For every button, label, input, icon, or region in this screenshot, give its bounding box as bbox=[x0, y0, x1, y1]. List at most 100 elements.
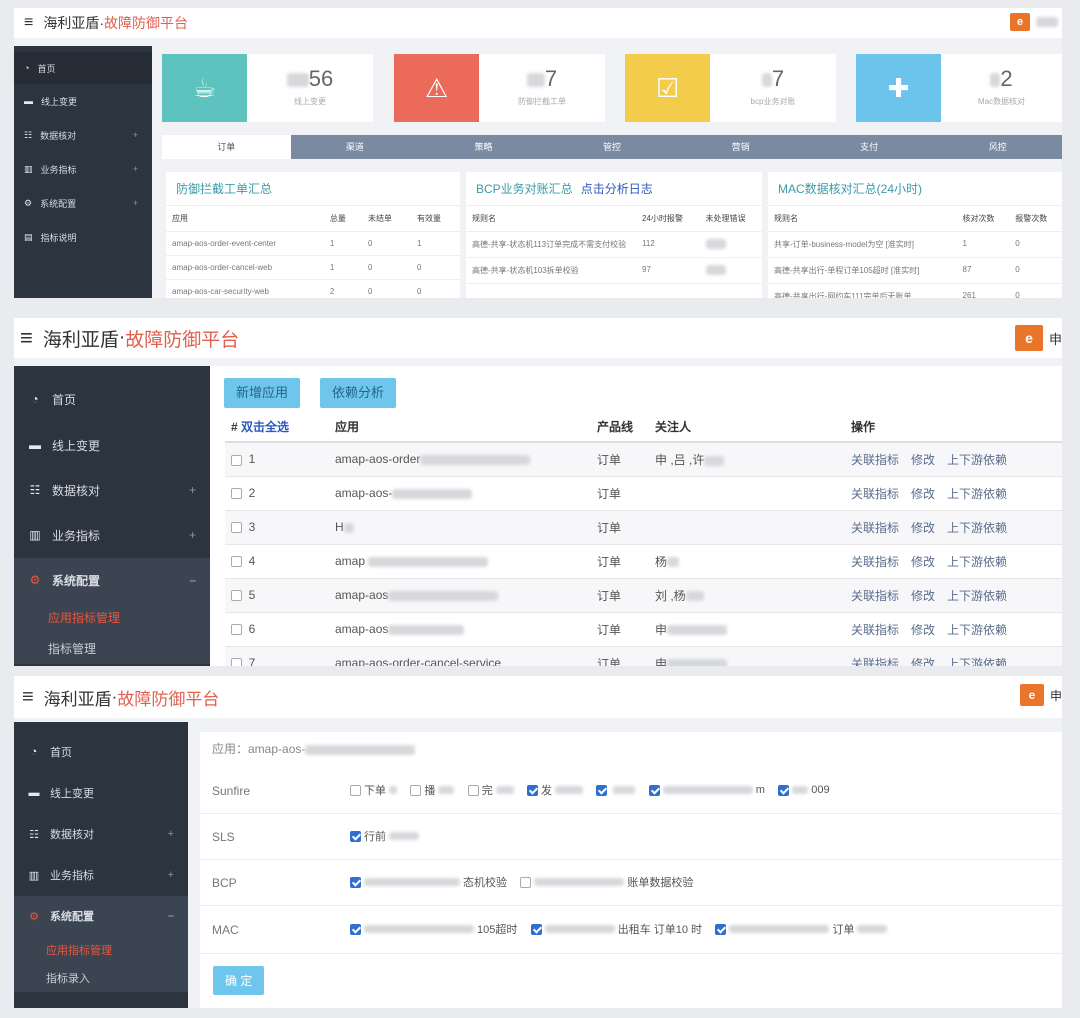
table-row[interactable]: 3 H 订单 关联指标 修改 上下游依赖 bbox=[225, 510, 1062, 545]
sidebar-item-system-config[interactable]: ⚙ 系统配置 + bbox=[14, 186, 152, 220]
sunfire-option[interactable]: 发 bbox=[527, 782, 584, 798]
tab-strategy[interactable]: 策略 bbox=[419, 135, 548, 159]
link-metrics-action[interactable]: 关联指标 bbox=[851, 623, 899, 637]
table-row[interactable]: 6 amap-aos 订单申 关联指标 修改 上下游依赖 bbox=[225, 612, 1062, 647]
confirm-button[interactable]: 确 定 bbox=[213, 966, 265, 995]
sunfire-option[interactable]: 009 bbox=[778, 784, 830, 796]
edit-action[interactable]: 修改 bbox=[911, 623, 935, 637]
expand-icon[interactable]: + bbox=[189, 483, 196, 497]
row-checkbox[interactable] bbox=[231, 488, 242, 500]
dependency-action[interactable]: 上下游依赖 bbox=[947, 521, 1007, 535]
link-metrics-action[interactable]: 关联指标 bbox=[851, 521, 899, 535]
dependency-action[interactable]: 上下游依赖 bbox=[947, 453, 1007, 467]
stat-tile-bcp[interactable]: ☑ 7 bcp业务对账 bbox=[625, 54, 836, 122]
link-metrics-action[interactable]: 关联指标 bbox=[851, 589, 899, 603]
sidebar-item-system-config[interactable]: ⚙ 系统配置 – bbox=[14, 558, 210, 602]
sls-option[interactable]: 行前 bbox=[350, 828, 419, 844]
option-checkbox[interactable] bbox=[527, 784, 539, 796]
expand-icon[interactable]: + bbox=[189, 528, 196, 542]
stat-tile-intercepts[interactable]: ⚠ 7 防御拦截工单 bbox=[394, 54, 605, 122]
dependency-analysis-button[interactable]: 依赖分析 bbox=[320, 378, 397, 408]
option-checkbox[interactable] bbox=[350, 923, 361, 935]
sidebar-item-home[interactable]: ◔ 首页 bbox=[14, 52, 152, 84]
expand-icon[interactable]: + bbox=[168, 828, 174, 840]
option-checkbox[interactable] bbox=[350, 830, 361, 842]
sidebar-item-changes[interactable]: ▬ 线上变更 bbox=[14, 422, 210, 468]
edit-action[interactable]: 修改 bbox=[911, 453, 935, 467]
row-checkbox[interactable] bbox=[231, 556, 242, 568]
dependency-action[interactable]: 上下游依赖 bbox=[947, 657, 1007, 667]
expand-icon[interactable]: + bbox=[133, 130, 138, 140]
dependency-action[interactable]: 上下游依赖 bbox=[947, 487, 1007, 501]
option-checkbox[interactable] bbox=[530, 923, 542, 935]
option-checkbox[interactable] bbox=[596, 784, 608, 796]
option-checkbox[interactable] bbox=[350, 784, 361, 796]
sunfire-option[interactable]: m bbox=[648, 784, 765, 796]
menu-icon[interactable]: ≡ bbox=[24, 14, 33, 32]
add-app-button[interactable]: 新增应用 bbox=[224, 378, 301, 408]
table-row[interactable]: 高德-共享-状态机113订单完成不需支付校验 112 bbox=[466, 231, 762, 258]
expand-icon[interactable]: + bbox=[133, 164, 138, 174]
sidebar-item-changes[interactable]: ▬ 线上变更 bbox=[14, 84, 152, 118]
menu-icon[interactable]: ≡ bbox=[22, 686, 34, 709]
sidebar-item-system-config[interactable]: ⚙ 系统配置 – bbox=[14, 896, 188, 936]
table-row[interactable]: 共享-订单-business-model为空 [准实时] 1 0 bbox=[768, 231, 1062, 258]
edit-action[interactable]: 修改 bbox=[911, 521, 935, 535]
row-checkbox[interactable] bbox=[231, 658, 242, 666]
dependency-action[interactable]: 上下游依赖 bbox=[947, 589, 1007, 603]
edit-action[interactable]: 修改 bbox=[911, 555, 935, 569]
sidebar-item-home[interactable]: ◔ 首页 bbox=[14, 732, 188, 772]
sunfire-option[interactable]: 下单 bbox=[350, 782, 397, 798]
sidebar-subitem-metric-entry[interactable]: 指标录入 bbox=[14, 964, 188, 992]
dependency-action[interactable]: 上下游依赖 bbox=[947, 623, 1007, 637]
bcp-option[interactable]: 态机校验 bbox=[350, 874, 507, 890]
option-checkbox[interactable] bbox=[648, 784, 660, 796]
collapse-icon[interactable]: – bbox=[168, 910, 174, 922]
tab-marketing[interactable]: 营销 bbox=[676, 135, 805, 159]
sidebar-item-data-check[interactable]: ☷ 数据核对 + bbox=[14, 814, 188, 854]
analyze-log-link[interactable]: 点击分析日志 bbox=[581, 182, 653, 196]
edit-action[interactable]: 修改 bbox=[911, 589, 935, 603]
row-checkbox[interactable] bbox=[231, 624, 242, 636]
table-row[interactable]: 5 amap-aos 订单刘 ,杨 关联指标 修改 上下游依赖 bbox=[225, 578, 1062, 613]
mac-option[interactable]: 105超时 bbox=[350, 921, 517, 937]
select-all-link[interactable]: 双击全选 bbox=[241, 420, 289, 434]
sunfire-option[interactable]: 完 bbox=[467, 782, 514, 798]
user-area[interactable]: e 申 bbox=[1019, 684, 1062, 706]
option-checkbox[interactable] bbox=[410, 784, 422, 796]
tab-channel[interactable]: 渠道 bbox=[291, 135, 420, 159]
sidebar-item-data-check[interactable]: ☷ 数据核对 + bbox=[14, 118, 152, 152]
sidebar-item-biz-metrics[interactable]: ▥ 业务指标 + bbox=[14, 512, 210, 558]
dependency-action[interactable]: 上下游依赖 bbox=[947, 555, 1007, 569]
sidebar-item-data-check[interactable]: ☷ 数据核对 + bbox=[14, 468, 210, 512]
stat-tile-changes[interactable]: ☕ 56 线上变更 bbox=[162, 54, 373, 122]
sidebar-item-biz-metrics[interactable]: ▥ 业务指标 + bbox=[14, 152, 152, 186]
table-row[interactable]: 1 amap-aos-order 订单申 ,吕 ,许 关联指标 修改 上下游依赖 bbox=[225, 442, 1062, 477]
menu-icon[interactable]: ≡ bbox=[20, 325, 33, 351]
option-checkbox[interactable] bbox=[715, 923, 727, 935]
link-metrics-action[interactable]: 关联指标 bbox=[851, 453, 899, 467]
option-checkbox[interactable] bbox=[467, 784, 479, 796]
stat-tile-mac[interactable]: ✚ 2 Mac数据核对 bbox=[856, 54, 1062, 122]
table-row[interactable]: amap-aos-car-security-web 2 0 0 bbox=[166, 279, 460, 298]
link-metrics-action[interactable]: 关联指标 bbox=[851, 657, 899, 667]
tab-order[interactable]: 订单 bbox=[162, 135, 291, 159]
option-checkbox[interactable] bbox=[350, 876, 361, 888]
edit-action[interactable]: 修改 bbox=[911, 657, 935, 667]
link-metrics-action[interactable]: 关联指标 bbox=[851, 487, 899, 501]
collapse-icon[interactable]: – bbox=[189, 573, 196, 587]
table-row[interactable]: 2 amap-aos- 订单 关联指标 修改 上下游依赖 bbox=[225, 476, 1062, 511]
bcp-option[interactable]: 账单数据校验 bbox=[520, 874, 693, 890]
user-area[interactable]: e 申 bbox=[1014, 325, 1062, 351]
row-checkbox[interactable] bbox=[231, 454, 242, 466]
tab-payment[interactable]: 支付 bbox=[805, 135, 934, 159]
row-checkbox[interactable] bbox=[231, 522, 242, 534]
edit-action[interactable]: 修改 bbox=[911, 487, 935, 501]
sidebar-item-metric-docs[interactable]: ▤ 指标说明 bbox=[14, 220, 152, 254]
sidebar-item-home[interactable]: ◔ 首页 bbox=[14, 376, 210, 422]
table-row[interactable]: amap-aos-order-event-center 1 0 1 bbox=[166, 231, 460, 256]
expand-icon[interactable]: + bbox=[168, 869, 174, 881]
option-checkbox[interactable] bbox=[778, 784, 790, 796]
sidebar-subitem-app-metrics[interactable]: 应用指标管理 bbox=[14, 936, 188, 964]
link-metrics-action[interactable]: 关联指标 bbox=[851, 555, 899, 569]
